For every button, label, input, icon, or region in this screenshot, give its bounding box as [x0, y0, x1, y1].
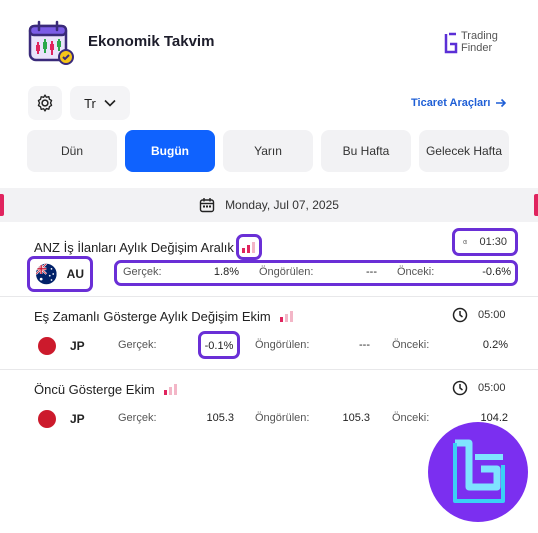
language-select[interactable]: Tr [70, 86, 130, 120]
actual-value: 1.8% [213, 266, 239, 278]
forecast-value: --- [366, 266, 377, 278]
settings-button[interactable] [28, 86, 62, 120]
brand-logo[interactable]: Trading Finder [444, 30, 514, 56]
tab-today[interactable]: Bugün [125, 130, 215, 172]
country-code: JP [70, 412, 85, 426]
current-date: Monday, Jul 07, 2025 [225, 198, 339, 212]
brand-name-line1: Trading [461, 30, 498, 42]
date-range-tabs: Dün Bugün Yarın Bu Hafta Gelecek Hafta [27, 130, 509, 172]
country-code: AU [66, 267, 84, 281]
chevron-down-icon [104, 99, 116, 107]
event-time: 01:30 [452, 228, 518, 256]
event-time-value: 05:00 [478, 382, 506, 394]
event-time-value: 05:00 [478, 309, 506, 321]
event-row[interactable]: Eş Zamanlı Gösterge Aylık Değişim Ekim 0… [0, 297, 538, 369]
tab-next-week[interactable]: Gelecek Hafta [419, 130, 509, 172]
tradingfinder-mark-icon [453, 439, 505, 503]
country-code: JP [70, 339, 85, 353]
clock-icon [452, 307, 468, 323]
event-values: Gerçek: 1.8% Öngörülen: --- Önceki: -0.6… [114, 260, 518, 286]
forecast-label: Öngörülen: [255, 339, 310, 351]
event-title-wrap: Eş Zamanlı Gösterge Aylık Değişim Ekim [34, 308, 295, 324]
event-title: ANZ İş İlanları Aylık Değişim Aralık [34, 239, 234, 255]
tradingfinder-badge [428, 422, 528, 522]
page-title: Ekonomik Takvim [88, 33, 215, 50]
tab-yesterday[interactable]: Dün [27, 130, 117, 172]
calendar-chart-icon [28, 20, 74, 66]
trading-tools-label: Ticaret Araçları [411, 97, 491, 109]
australia-flag-icon [36, 263, 57, 285]
impact-bars-icon [279, 308, 295, 324]
country-au: AU [27, 256, 93, 292]
gear-icon [37, 94, 53, 112]
impact-bars-icon [163, 381, 179, 397]
actual-value: -0.1% [198, 331, 240, 359]
actual-label: Gerçek: [123, 266, 162, 278]
trading-tools-link[interactable]: Ticaret Araçları [411, 97, 507, 109]
previous-value: -0.6% [482, 266, 511, 278]
country-jp: JP [38, 410, 85, 428]
event-values: Gerçek: 105.3 Öngörülen: 105.3 Önceki: 1… [118, 409, 510, 429]
event-time: 05:00 [452, 307, 506, 323]
header: Ekonomik Takvim Trading Finder [0, 0, 538, 80]
brand-name-line2: Finder [461, 42, 493, 54]
event-title-wrap: Öncü Gösterge Ekim [34, 381, 179, 397]
event-time: 05:00 [452, 380, 506, 396]
actual-label: Gerçek: [118, 412, 157, 424]
forecast-label: Öngörülen: [259, 266, 314, 278]
event-title: Eş Zamanlı Gösterge Aylık Değişim Ekim [34, 308, 271, 324]
event-time-value: 01:30 [479, 236, 507, 248]
country-jp: JP [38, 337, 85, 355]
impact-bars-icon [241, 239, 257, 255]
forecast-label: Öngörülen: [255, 412, 310, 424]
previous-value: 0.2% [482, 339, 508, 351]
tab-tomorrow[interactable]: Yarın [223, 130, 313, 172]
event-title: Öncü Gösterge Ekim [34, 381, 155, 397]
scroll-left-marker[interactable] [0, 194, 4, 216]
clock-icon [463, 239, 468, 245]
previous-label: Önceki: [397, 266, 435, 278]
event-row[interactable]: ANZ İş İlanları Aylık Değişim Aralık 01:… [0, 222, 538, 296]
tradingfinder-logo-icon [444, 32, 458, 54]
forecast-value: --- [359, 339, 370, 351]
actual-value: 105.3 [206, 412, 234, 424]
event-values: Gerçek: -0.1% Öngörülen: --- Önceki: 0.2… [118, 331, 510, 359]
tab-this-week[interactable]: Bu Hafta [321, 130, 411, 172]
scroll-right-marker[interactable] [534, 194, 538, 216]
actual-label: Gerçek: [118, 339, 157, 351]
japan-flag-icon [38, 410, 56, 428]
impact-indicator [235, 234, 262, 260]
forecast-value: 105.3 [342, 412, 370, 424]
clock-icon [452, 380, 468, 396]
calendar-icon [199, 198, 215, 213]
japan-flag-icon [38, 337, 56, 355]
previous-label: Önceki: [392, 412, 430, 424]
previous-label: Önceki: [392, 339, 430, 351]
arrow-right-icon [495, 98, 506, 108]
date-header: Monday, Jul 07, 2025 [0, 188, 538, 222]
language-value: Tr [84, 95, 96, 111]
